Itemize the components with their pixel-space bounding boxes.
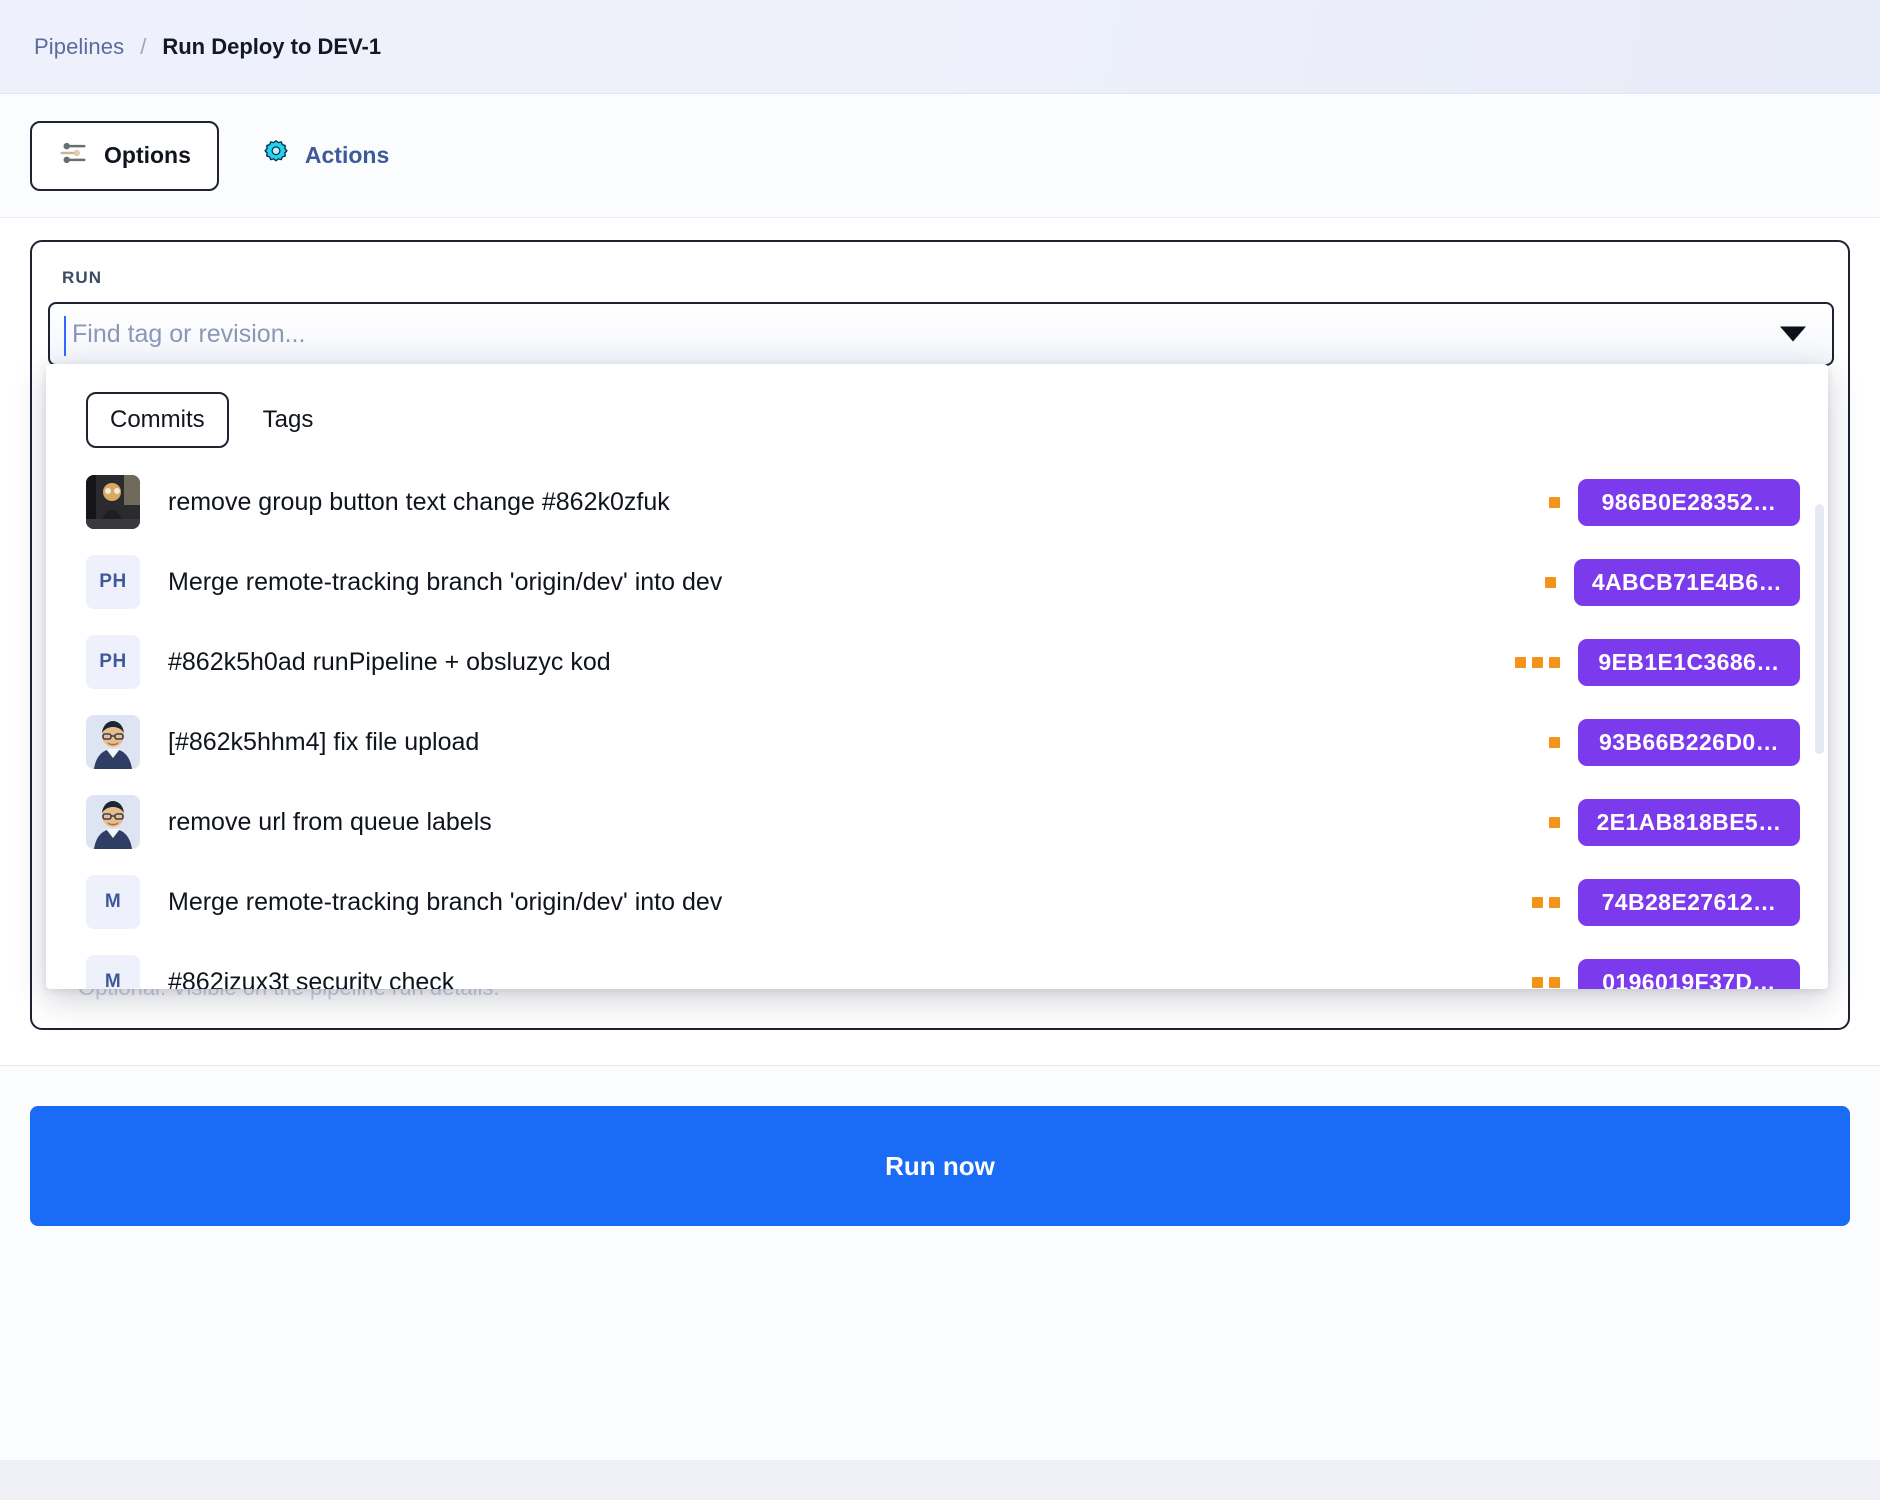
commit-message: remove url from queue labels bbox=[168, 807, 492, 836]
dropdown-tabs: Commits Tags bbox=[46, 364, 1828, 448]
avatar-initials: M bbox=[104, 891, 122, 912]
avatar bbox=[86, 715, 140, 769]
revision-dropdown-panel: Commits Tags remove group button text ch… bbox=[46, 364, 1828, 989]
commit-hash-badge[interactable]: 986B0E28352… bbox=[1578, 478, 1800, 526]
status-dot bbox=[1532, 976, 1543, 988]
status-dot bbox=[1549, 656, 1560, 668]
commit-hash-badge[interactable]: 4ABCB71E4B6… bbox=[1573, 558, 1800, 606]
commit-hash-badge[interactable]: 2E1AB818BE5… bbox=[1578, 798, 1800, 846]
commit-message: #862jzux3t security check bbox=[168, 967, 455, 990]
commit-row[interactable]: PH #862k5h0ad runPipeline + obsluzyc kod 9… bbox=[46, 622, 1828, 702]
page-tabstrip: Options Actions bbox=[0, 94, 1880, 218]
commit-row[interactable]: M Merge remote-tracking branch 'origin/de… bbox=[46, 862, 1828, 942]
status-dot bbox=[1532, 896, 1543, 908]
avatar-initials: PH bbox=[99, 571, 127, 592]
breadcrumb-root[interactable]: Pipelines bbox=[34, 34, 124, 60]
avatar: M bbox=[86, 875, 140, 929]
commit-row[interactable]: PH Merge remote-tracking branch 'origin/d… bbox=[46, 542, 1828, 622]
avatar bbox=[86, 475, 140, 529]
commit-message: [#862k5hhm4] fix file upload bbox=[168, 727, 480, 756]
run-combobox[interactable]: Find tag or revision... bbox=[48, 302, 1834, 366]
commit-row[interactable]: remove group button text change #862k0zf… bbox=[46, 462, 1828, 542]
commit-hash-badge[interactable]: 9EB1E1C3686… bbox=[1578, 638, 1800, 686]
tab-options[interactable]: Options bbox=[30, 120, 219, 191]
status-dots bbox=[1549, 496, 1560, 508]
status-dots bbox=[1544, 576, 1556, 588]
commit-message: Merge remote-tracking branch 'origin/dev… bbox=[168, 887, 723, 916]
text-caret bbox=[64, 316, 66, 356]
commit-list: remove group button text change #862k0zf… bbox=[46, 462, 1828, 989]
chevron-down-icon[interactable] bbox=[1780, 326, 1806, 342]
tab-actions-label: Actions bbox=[304, 142, 390, 168]
breadcrumb-current: Run Deploy to DEV-1 bbox=[162, 33, 382, 59]
status-dots bbox=[1549, 816, 1560, 828]
avatar-initials: PH bbox=[99, 651, 127, 672]
status-dots bbox=[1532, 896, 1560, 908]
breadcrumb-separator: / bbox=[140, 33, 147, 59]
status-dot bbox=[1544, 576, 1556, 588]
commit-row[interactable]: M #862jzux3t security check 0196019F37D… bbox=[46, 942, 1828, 989]
status-dots bbox=[1515, 656, 1560, 668]
page-footer: Run now bbox=[0, 1065, 1880, 1500]
status-dot bbox=[1532, 656, 1543, 668]
status-dot bbox=[1549, 896, 1560, 908]
status-dot bbox=[1549, 496, 1560, 508]
run-now-button[interactable]: Run now bbox=[30, 1106, 1850, 1226]
tab-options-label: Options bbox=[104, 142, 191, 168]
run-field-label: RUN bbox=[62, 268, 103, 287]
avatar: PH bbox=[86, 555, 140, 609]
commit-message: Merge remote-tracking branch 'origin/dev… bbox=[168, 567, 723, 596]
status-dot bbox=[1549, 736, 1560, 748]
commit-hash-badge[interactable]: 93B66B226D0… bbox=[1578, 718, 1800, 766]
sliders-icon bbox=[58, 138, 88, 173]
status-dots bbox=[1549, 736, 1560, 748]
dropdown-scrollbar[interactable] bbox=[1815, 504, 1824, 754]
dropdown-tab-commits[interactable]: Commits bbox=[86, 392, 229, 448]
commit-message: #862k5h0ad runPipeline + obsluzyc kod bbox=[168, 647, 611, 676]
status-dots bbox=[1532, 976, 1560, 988]
commit-row[interactable]: remove url from queue labels 2E1AB818BE5… bbox=[46, 782, 1828, 862]
footer-bottom-strip bbox=[0, 1460, 1880, 1500]
status-dot bbox=[1515, 656, 1526, 668]
avatar: PH bbox=[86, 635, 140, 689]
breadcrumb: Pipelines / Run Deploy to DEV-1 bbox=[0, 0, 1880, 94]
commit-message: remove group button text change #862k0zf… bbox=[168, 487, 670, 516]
status-dot bbox=[1549, 976, 1560, 988]
run-input-placeholder: Find tag or revision... bbox=[72, 319, 306, 348]
commit-hash-badge[interactable]: 0196019F37D… bbox=[1578, 958, 1800, 989]
commit-hash-badge[interactable]: 74B28E27612… bbox=[1578, 878, 1800, 926]
commit-row[interactable]: [#862k5hhm4] fix file upload 93B66B226D0… bbox=[46, 702, 1828, 782]
pipeline-run-page: Pipelines / Run Deploy to DEV-1 Options bbox=[0, 0, 1880, 1500]
tab-actions[interactable]: Actions bbox=[249, 121, 401, 191]
dropdown-tab-tags[interactable]: Tags bbox=[239, 392, 338, 448]
status-dot bbox=[1549, 816, 1560, 828]
gear-icon bbox=[261, 138, 291, 173]
avatar bbox=[86, 795, 140, 849]
avatar: M bbox=[86, 955, 140, 989]
avatar-initials: M bbox=[104, 971, 122, 989]
